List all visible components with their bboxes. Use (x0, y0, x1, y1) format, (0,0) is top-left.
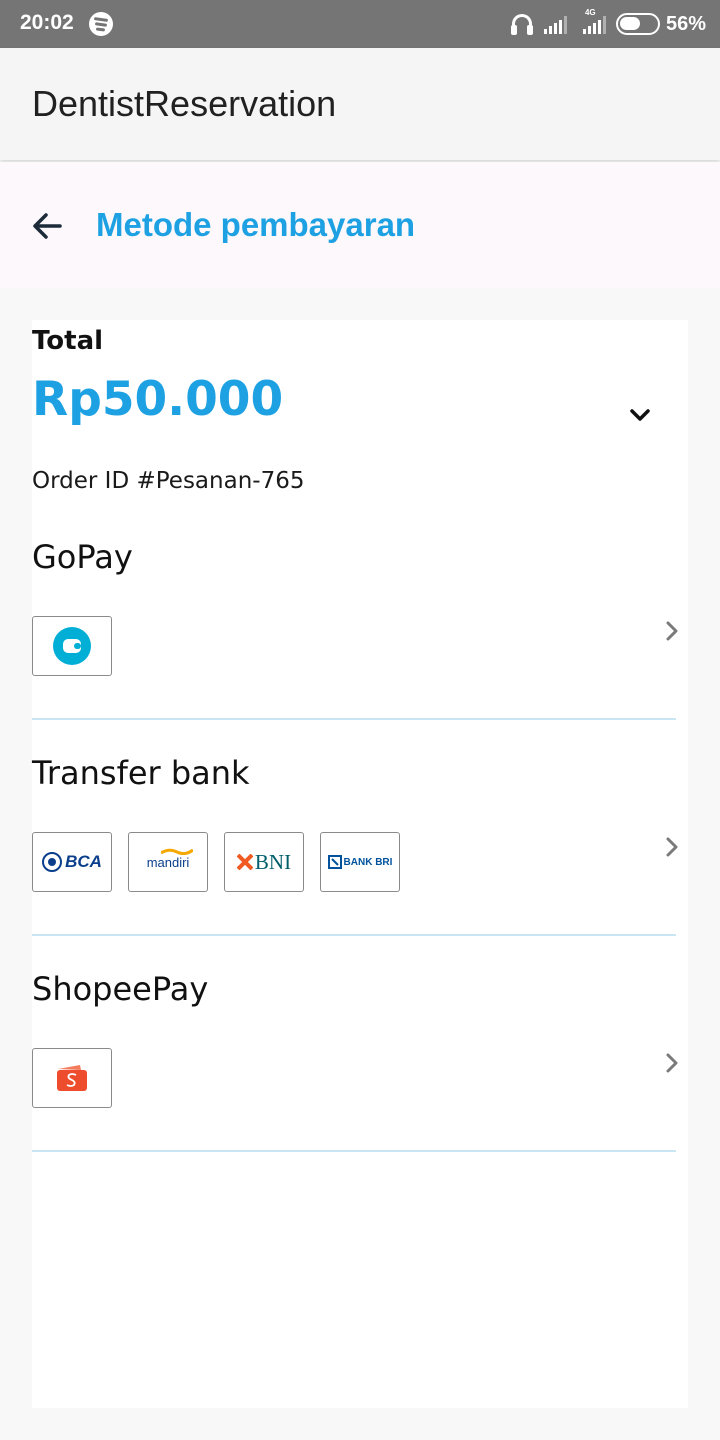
payment-method-bank-transfer[interactable]: Transfer bank BCA mandiri BNI BANK BRI (32, 754, 678, 970)
payment-method-shopeepay[interactable]: ShopeePay (32, 970, 678, 1186)
bri-logo: BANK BRI (320, 832, 400, 892)
battery-icon (615, 13, 660, 35)
arrow-left-icon (33, 213, 62, 239)
battery-indicator: 56% (615, 12, 706, 36)
bni-logo: BNI (224, 832, 304, 892)
status-bar: 20:02 4G 56% (0, 0, 720, 48)
bank-logo-text: BANK BRI (343, 856, 393, 868)
total-amount: Rp50.000 (32, 372, 284, 427)
page-title: Metode pembayaran (96, 206, 416, 243)
bca-logo: BCA (32, 832, 112, 892)
bank-logo-text: mandiri (146, 854, 190, 870)
bank-logo-text: BCA (65, 852, 102, 871)
chevron-right-icon (666, 1053, 678, 1073)
shopeepay-logo (32, 1048, 112, 1108)
page-header: Metode pembayaran (0, 162, 720, 288)
divider (32, 934, 676, 936)
battery-level (619, 17, 640, 30)
chevron-right-icon (666, 621, 678, 641)
chevron-right-icon (666, 837, 678, 857)
app-title: DentistReservation (32, 83, 337, 124)
signal-icon (543, 14, 567, 34)
mandiri-logo: mandiri (128, 832, 208, 892)
payment-card: Total Rp50.000 Order ID #Pesanan-765 GoP… (32, 320, 688, 1408)
spotify-icon (89, 12, 113, 36)
divider (32, 1150, 676, 1152)
payment-method-name: Transfer bank (32, 754, 250, 792)
order-id: Order ID #Pesanan-765 (32, 468, 305, 494)
signal-4g-icon: 4G (582, 8, 606, 34)
payment-method-gopay[interactable]: GoPay (32, 538, 678, 754)
payment-method-name: ShopeePay (32, 970, 209, 1008)
divider (32, 718, 676, 720)
order-details-toggle[interactable] (622, 400, 658, 430)
status-time: 20:02 (20, 11, 74, 34)
app-bar: DentistReservation (0, 48, 720, 160)
chevron-down-icon (630, 409, 650, 421)
battery-percent: 56% (665, 12, 706, 35)
payment-method-name: GoPay (32, 538, 133, 576)
bank-logo-text: BNI (254, 849, 292, 874)
total-label: Total (32, 326, 104, 356)
network-type: 4G (584, 8, 596, 17)
back-button[interactable] (22, 200, 74, 252)
gopay-logo (32, 616, 112, 676)
headphones-icon (510, 12, 534, 36)
